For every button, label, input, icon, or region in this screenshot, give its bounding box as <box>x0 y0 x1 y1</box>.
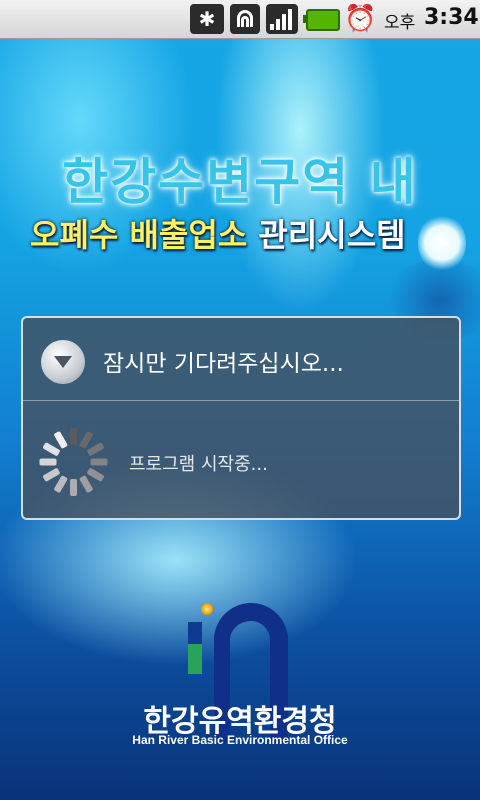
spinner-segment <box>78 474 94 494</box>
status-bar: ✱ ⏰ 오후 3:34 <box>0 0 480 39</box>
progress-dialog: 잠시만 기다려주십시오... 프로그램 시작중... <box>21 316 461 520</box>
background-highlight <box>418 214 466 272</box>
loading-spinner-icon <box>37 426 109 498</box>
spinner-segment <box>86 441 105 457</box>
signal-icon <box>266 4 298 34</box>
app-title-line2-rest: 관리시스템 <box>258 216 406 254</box>
app-title-line1: 한강수변구역 내 <box>62 153 418 211</box>
logo-bar-top <box>188 622 202 644</box>
logo-dot <box>201 603 213 615</box>
status-ampm: 오후 <box>384 13 416 33</box>
spinner-segment <box>42 441 61 457</box>
bluetooth-icon: ✱ <box>190 4 224 34</box>
dialog-message: 프로그램 시작중... <box>129 454 268 475</box>
organization-logo <box>182 600 298 743</box>
alarm-icon: ⏰ <box>344 4 377 34</box>
battery-icon <box>303 9 340 31</box>
spinner-segment <box>53 474 69 494</box>
spinner-segment <box>39 458 57 466</box>
status-time: 3:34 <box>424 5 479 30</box>
app-title-line2-highlight: 오폐수 배출업소 <box>30 216 248 254</box>
spinner-segment <box>90 458 108 466</box>
dialog-title: 잠시만 기다려주십시오... <box>103 351 344 377</box>
dialog-header: 잠시만 기다려주십시오... <box>23 318 459 401</box>
spinner-segment <box>70 428 77 445</box>
app-title-line2: 오폐수 배출업소 관리시스템 <box>30 210 406 256</box>
spinner-segment <box>70 479 77 496</box>
organization-name-english: Han River Basic Environmental Office <box>132 733 348 747</box>
spinner-segment <box>53 430 69 450</box>
chevron-down-icon <box>41 340 85 384</box>
spinner-segment <box>86 467 105 483</box>
wifi-icon <box>230 4 260 34</box>
